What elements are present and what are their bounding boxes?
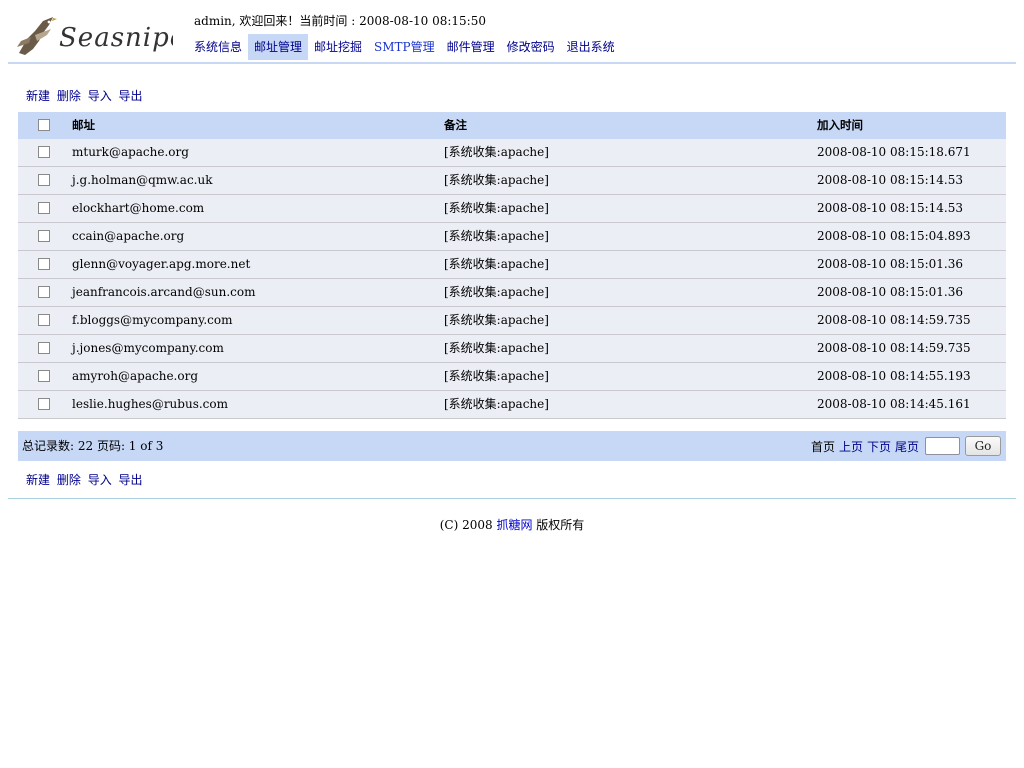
table-row: elockhart@home.com [系统收集:apache] 2008-08-1… bbox=[18, 195, 1006, 223]
table-row: j.g.holman@qmw.ac.uk [系统收集:apache] 2008-08… bbox=[18, 167, 1006, 195]
bird-logo-icon: Seasnipe bbox=[17, 17, 185, 55]
table-header: 邮址 备注 加入时间 bbox=[18, 112, 1006, 139]
row-time: 2008-08-10 08:15:04.893 bbox=[817, 229, 971, 243]
footer: (C) 2008 抓糖网 版权所有 bbox=[0, 516, 1024, 533]
row-note: [系统收集:apache] bbox=[444, 145, 549, 159]
seasnipe-logo: Seasnipe bbox=[13, 13, 185, 59]
row-checkbox[interactable] bbox=[38, 195, 50, 222]
copyright-prefix: (C) 2008 bbox=[439, 518, 497, 532]
row-email: mturk@apache.org bbox=[72, 145, 189, 159]
email-table: 邮址 备注 加入时间 mturk@apache.org [系统收集:apache]… bbox=[18, 112, 1006, 419]
table-row: amyroh@apache.org [系统收集:apache] 2008-08-10… bbox=[18, 363, 1006, 391]
row-time: 2008-08-10 08:14:59.735 bbox=[817, 341, 971, 355]
new-link[interactable]: 新建 bbox=[26, 89, 50, 103]
row-email: leslie.hughes@rubus.com bbox=[72, 397, 228, 411]
row-checkbox[interactable] bbox=[38, 335, 50, 362]
table-row: glenn@voyager.apg.more.net [系统收集:apache] 2… bbox=[18, 251, 1006, 279]
table-row: j.jones@mycompany.com [系统收集:apache] 2008-0… bbox=[18, 335, 1006, 363]
export-link[interactable]: 导出 bbox=[119, 89, 143, 103]
row-checkbox[interactable] bbox=[38, 223, 50, 250]
row-checkbox[interactable] bbox=[38, 279, 50, 306]
select-all-checkbox[interactable] bbox=[38, 112, 50, 139]
logo-text: Seasnipe bbox=[59, 23, 173, 53]
prev-page-link[interactable]: 上页 bbox=[839, 438, 863, 455]
action-bar-bottom: 新建 删除 导入 导出 bbox=[26, 471, 146, 488]
row-email: f.bloggs@mycompany.com bbox=[72, 313, 233, 327]
row-email: j.g.holman@qmw.ac.uk bbox=[72, 173, 213, 187]
delete-link[interactable]: 删除 bbox=[57, 89, 81, 103]
row-email: glenn@voyager.apg.more.net bbox=[72, 257, 251, 271]
table-row: jeanfrancois.arcand@sun.com [系统收集:apache]… bbox=[18, 279, 1006, 307]
row-note: [系统收集:apache] bbox=[444, 285, 549, 299]
copyright-suffix: 版权所有 bbox=[532, 518, 585, 532]
go-button[interactable]: Go bbox=[965, 436, 1001, 456]
row-email: amyroh@apache.org bbox=[72, 369, 198, 383]
page-number-input[interactable] bbox=[925, 437, 960, 455]
export-link-bottom[interactable]: 导出 bbox=[119, 473, 143, 487]
row-note: [系统收集:apache] bbox=[444, 229, 549, 243]
row-email: j.jones@mycompany.com bbox=[72, 341, 224, 355]
nav-mail-management[interactable]: 邮件管理 bbox=[441, 34, 501, 60]
new-link-bottom[interactable]: 新建 bbox=[26, 473, 50, 487]
row-email: elockhart@home.com bbox=[72, 201, 205, 215]
row-time: 2008-08-10 08:15:01.36 bbox=[817, 285, 963, 299]
first-page-link[interactable]: 首页 bbox=[811, 438, 835, 455]
row-time: 2008-08-10 08:15:01.36 bbox=[817, 257, 963, 271]
nav-smtp-management[interactable]: SMTP管理 bbox=[368, 34, 441, 60]
nav-email-management[interactable]: 邮址管理 bbox=[248, 34, 309, 60]
footer-divider bbox=[8, 498, 1016, 499]
row-time: 2008-08-10 08:15:14.53 bbox=[817, 201, 963, 215]
action-bar-top: 新建 删除 导入 导出 bbox=[26, 87, 146, 104]
table-row: mturk@apache.org [系统收集:apache] 2008-08-10 … bbox=[18, 139, 1006, 167]
row-note: [系统收集:apache] bbox=[444, 397, 549, 411]
nav-email-mining[interactable]: 邮址挖掘 bbox=[308, 34, 368, 60]
main-nav: 系统信息 邮址管理 邮址挖掘 SMTP管理 邮件管理 修改密码 退出系统 bbox=[188, 34, 621, 60]
row-checkbox[interactable] bbox=[38, 139, 50, 166]
row-note: [系统收集:apache] bbox=[444, 341, 549, 355]
row-note: [系统收集:apache] bbox=[444, 369, 549, 383]
row-checkbox[interactable] bbox=[38, 167, 50, 194]
last-page-link[interactable]: 尾页 bbox=[895, 438, 919, 455]
pager-nav: 首页 上页 下页 尾页 Go bbox=[811, 435, 1001, 457]
row-checkbox[interactable] bbox=[38, 251, 50, 278]
row-email: jeanfrancois.arcand@sun.com bbox=[72, 285, 256, 299]
row-time: 2008-08-10 08:14:59.735 bbox=[817, 313, 971, 327]
row-email: ccain@apache.org bbox=[72, 229, 185, 243]
pager-bar: 总记录数: 22 页码: 1 of 3 首页 上页 下页 尾页 Go bbox=[18, 431, 1006, 461]
row-time: 2008-08-10 08:15:14.53 bbox=[817, 173, 963, 187]
header: Seasnipe admin, 欢迎回来！当前时间 : 2008-08-10 0… bbox=[8, 0, 1016, 64]
import-link[interactable]: 导入 bbox=[88, 89, 112, 103]
row-time: 2008-08-10 08:14:55.193 bbox=[817, 369, 971, 383]
row-checkbox[interactable] bbox=[38, 391, 50, 418]
row-note: [系统收集:apache] bbox=[444, 173, 549, 187]
row-checkbox[interactable] bbox=[38, 307, 50, 334]
nav-system-info[interactable]: 系统信息 bbox=[188, 34, 248, 60]
pager-info: 总记录数: 22 页码: 1 of 3 bbox=[22, 439, 164, 453]
site-link[interactable]: 抓糖网 bbox=[496, 518, 532, 532]
row-checkbox[interactable] bbox=[38, 363, 50, 390]
header-note[interactable]: 备注 bbox=[444, 112, 467, 139]
row-note: [系统收集:apache] bbox=[444, 313, 549, 327]
table-row: leslie.hughes@rubus.com [系统收集:apache] 2008… bbox=[18, 391, 1006, 419]
row-time: 2008-08-10 08:15:18.671 bbox=[817, 145, 971, 159]
row-note: [系统收集:apache] bbox=[444, 257, 549, 271]
header-time[interactable]: 加入时间 bbox=[817, 112, 863, 139]
header-email[interactable]: 邮址 bbox=[72, 112, 95, 139]
table-row: ccain@apache.org [系统收集:apache] 2008-08-10 … bbox=[18, 223, 1006, 251]
welcome-text: admin, 欢迎回来！当前时间 : 2008-08-10 08:15:50 bbox=[194, 14, 486, 28]
nav-logout[interactable]: 退出系统 bbox=[561, 34, 621, 60]
nav-change-password[interactable]: 修改密码 bbox=[501, 34, 561, 60]
row-note: [系统收集:apache] bbox=[444, 201, 549, 215]
next-page-link[interactable]: 下页 bbox=[867, 438, 891, 455]
table-row: f.bloggs@mycompany.com [系统收集:apache] 2008-… bbox=[18, 307, 1006, 335]
import-link-bottom[interactable]: 导入 bbox=[88, 473, 112, 487]
row-time: 2008-08-10 08:14:45.161 bbox=[817, 397, 971, 411]
delete-link-bottom[interactable]: 删除 bbox=[57, 473, 81, 487]
